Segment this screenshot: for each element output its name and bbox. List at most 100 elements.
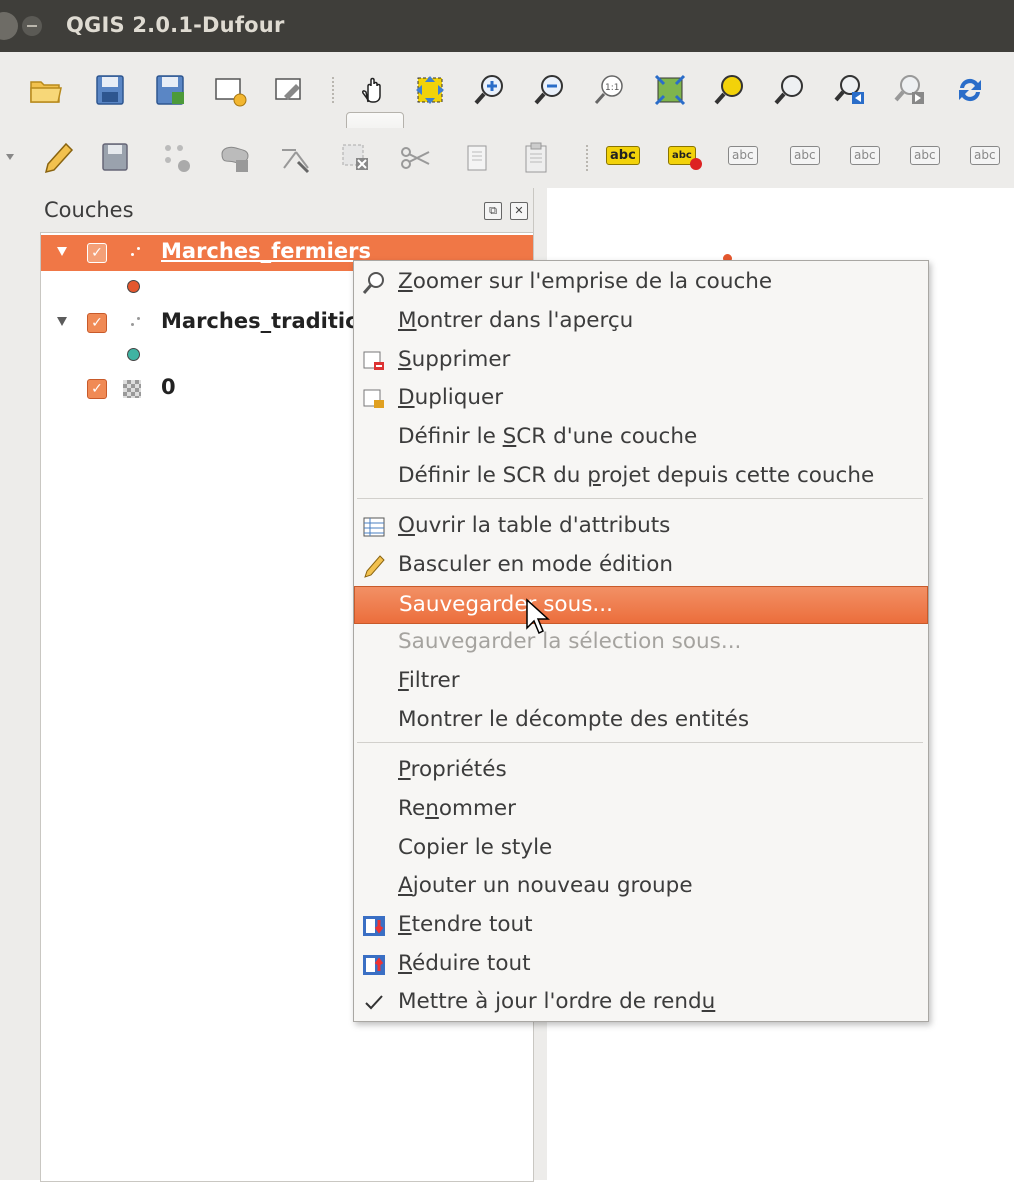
- menu-item-label: Ajouter un nouveau groupe: [398, 873, 693, 898]
- copy-features-icon[interactable]: [456, 138, 496, 178]
- menu-item-label: Basculer en mode édition: [398, 552, 673, 577]
- menu-item-label: Montrer le décompte des entités: [398, 707, 750, 732]
- zoom-last-icon[interactable]: [830, 70, 870, 110]
- toolbar-separator: [586, 145, 592, 171]
- layer-name: 0: [161, 375, 176, 399]
- collapse-all-icon: [362, 953, 386, 977]
- raster-layer-icon: [123, 380, 141, 398]
- menu-item-filtrer[interactable]: Filtrer: [354, 663, 928, 701]
- cut-features-icon[interactable]: [396, 138, 436, 178]
- zoom-actual-size-icon[interactable]: 1:1: [590, 70, 630, 110]
- expand-arrow-icon[interactable]: [57, 317, 67, 326]
- menu-item-label: Ouvrir la table d'attributs: [398, 513, 671, 538]
- menu-item-renommer[interactable]: Renommer: [354, 791, 928, 829]
- open-project-icon[interactable]: [26, 70, 66, 110]
- close-panel-icon[interactable]: ✕: [510, 202, 528, 220]
- close-window-button[interactable]: [0, 12, 18, 40]
- pan-to-selection-icon[interactable]: [410, 70, 450, 110]
- zoom-to-selection-icon[interactable]: [710, 70, 750, 110]
- zoom-to-layer-icon[interactable]: [770, 70, 810, 110]
- pan-icon[interactable]: [354, 70, 394, 110]
- menu-item-definir-le-scr-d-une-couche[interactable]: Définir le SCR d'une couche: [354, 419, 928, 457]
- menu-item-label: Supprimer: [398, 347, 511, 372]
- label-visibility-icon[interactable]: abc: [790, 146, 820, 165]
- layer-context-menu: Zoomer sur l'emprise de la couche Montrer…: [353, 260, 929, 1022]
- menu-item-sauvegarder-la-selection-sous: Sauvegarder la sélection sous...: [354, 624, 928, 662]
- menu-item-definir-le-scr-du-projet-depuis-cette-couche[interactable]: Définir le SCR du projet depuis cette co…: [354, 458, 928, 496]
- menu-item-copier-le-style[interactable]: Copier le style: [354, 830, 928, 868]
- menu-item-label: Renommer: [398, 796, 516, 821]
- composer-manager-icon[interactable]: [270, 70, 310, 110]
- point-layer-icon: [129, 243, 143, 261]
- menu-item-reduire-tout[interactable]: Réduire tout: [354, 946, 928, 984]
- menu-item-label: Propriétés: [398, 757, 507, 782]
- delete-selected-icon[interactable]: [336, 138, 376, 178]
- change-label-icon[interactable]: abc: [970, 146, 1000, 165]
- float-panel-icon[interactable]: ⧉: [484, 202, 502, 220]
- menu-item-ouvrir-la-table-d-attributs[interactable]: Ouvrir la table d'attributs: [354, 508, 928, 546]
- panel-title: Couches: [44, 198, 134, 222]
- menu-item-label: Sauvegarder sous...: [399, 592, 613, 617]
- menu-item-montrer-le-decompte-des-entites[interactable]: Montrer le décompte des entités: [354, 702, 928, 740]
- window-title: QGIS 2.0.1-Dufour: [66, 13, 285, 37]
- mouse-cursor-icon: [526, 598, 550, 635]
- menu-item-basculer-en-mode-edition[interactable]: Basculer en mode édition: [354, 547, 928, 585]
- expand-arrow-icon[interactable]: [57, 247, 67, 256]
- check-icon: [362, 991, 386, 1015]
- main-toolbar: 1:1: [0, 52, 1014, 170]
- magnifier-icon: [362, 271, 386, 295]
- add-feature-icon[interactable]: [156, 138, 196, 178]
- node-tool-icon[interactable]: [276, 138, 316, 178]
- pin-marker-icon: [690, 158, 702, 170]
- layer-name: Marches_traditic: [161, 309, 358, 333]
- menu-item-label: Filtrer: [398, 668, 460, 693]
- duplicate-layer-icon: [362, 387, 386, 411]
- menu-item-montrer-dans-l-apercu[interactable]: Montrer dans l'aperçu: [354, 303, 928, 341]
- menu-item-zoomer-sur-l-emprise-de-la-couche[interactable]: Zoomer sur l'emprise de la couche: [354, 264, 928, 302]
- toolbar-overflow-arrow[interactable]: [6, 154, 14, 160]
- layer-labeling-options-icon[interactable]: abc: [606, 146, 640, 165]
- menu-item-mettre-a-jour-l-ordre-de-rendu[interactable]: Mettre à jour l'ordre de rendu: [354, 984, 928, 1022]
- label-show-hide-icon[interactable]: abc: [728, 146, 758, 165]
- save-as-icon[interactable]: [150, 70, 190, 110]
- menu-separator: [357, 742, 923, 743]
- remove-layer-icon: [362, 349, 386, 373]
- menu-item-ajouter-un-nouveau-groupe[interactable]: Ajouter un nouveau groupe: [354, 868, 928, 906]
- pencil-icon: [362, 554, 386, 578]
- menu-item-dupliquer[interactable]: Dupliquer: [354, 380, 928, 418]
- attribute-table-icon: [362, 515, 386, 539]
- minimize-window-button[interactable]: [22, 16, 42, 36]
- save-project-icon[interactable]: [90, 70, 130, 110]
- point-layer-icon: [129, 313, 143, 331]
- menu-item-etendre-tout[interactable]: Etendre tout: [354, 907, 928, 945]
- layer-visibility-checkbox[interactable]: ✓: [87, 379, 107, 399]
- menu-item-label: Définir le SCR du projet depuis cette co…: [398, 463, 875, 488]
- move-label-icon[interactable]: abc: [850, 146, 880, 165]
- menu-item-label: Dupliquer: [398, 385, 504, 410]
- new-print-composer-icon[interactable]: [210, 70, 250, 110]
- digitizing-toolbar: abc abc abc abc abc abc abc: [0, 128, 1014, 189]
- menu-item-label: Définir le SCR d'une couche: [398, 424, 698, 449]
- paste-features-icon[interactable]: [516, 138, 556, 178]
- toggle-editing-icon[interactable]: [40, 138, 80, 178]
- toolbar-separator: [332, 77, 338, 103]
- zoom-out-icon[interactable]: [530, 70, 570, 110]
- layer-symbol-icon: [127, 348, 140, 361]
- move-feature-icon[interactable]: [216, 138, 256, 178]
- menu-item-label: Copier le style: [398, 835, 553, 860]
- zoom-full-icon[interactable]: [650, 70, 690, 110]
- layer-visibility-checkbox[interactable]: ✓: [87, 243, 107, 263]
- zoom-next-icon[interactable]: [890, 70, 930, 110]
- menu-item-label: Réduire tout: [398, 951, 531, 976]
- save-layer-edits-icon[interactable]: [96, 138, 136, 178]
- menu-item-label: Mettre à jour l'ordre de rendu: [398, 989, 716, 1014]
- title-bar: QGIS 2.0.1-Dufour: [0, 0, 1014, 52]
- refresh-icon[interactable]: [950, 70, 990, 110]
- layer-visibility-checkbox[interactable]: ✓: [87, 313, 107, 333]
- zoom-in-icon[interactable]: [470, 70, 510, 110]
- menu-item-supprimer[interactable]: Supprimer: [354, 342, 928, 380]
- menu-item-sauvegarder-sous[interactable]: Sauvegarder sous...: [354, 586, 928, 624]
- rotate-label-icon[interactable]: abc: [910, 146, 940, 165]
- menu-item-proprietes[interactable]: Propriétés: [354, 752, 928, 790]
- svg-text:1:1: 1:1: [605, 83, 619, 93]
